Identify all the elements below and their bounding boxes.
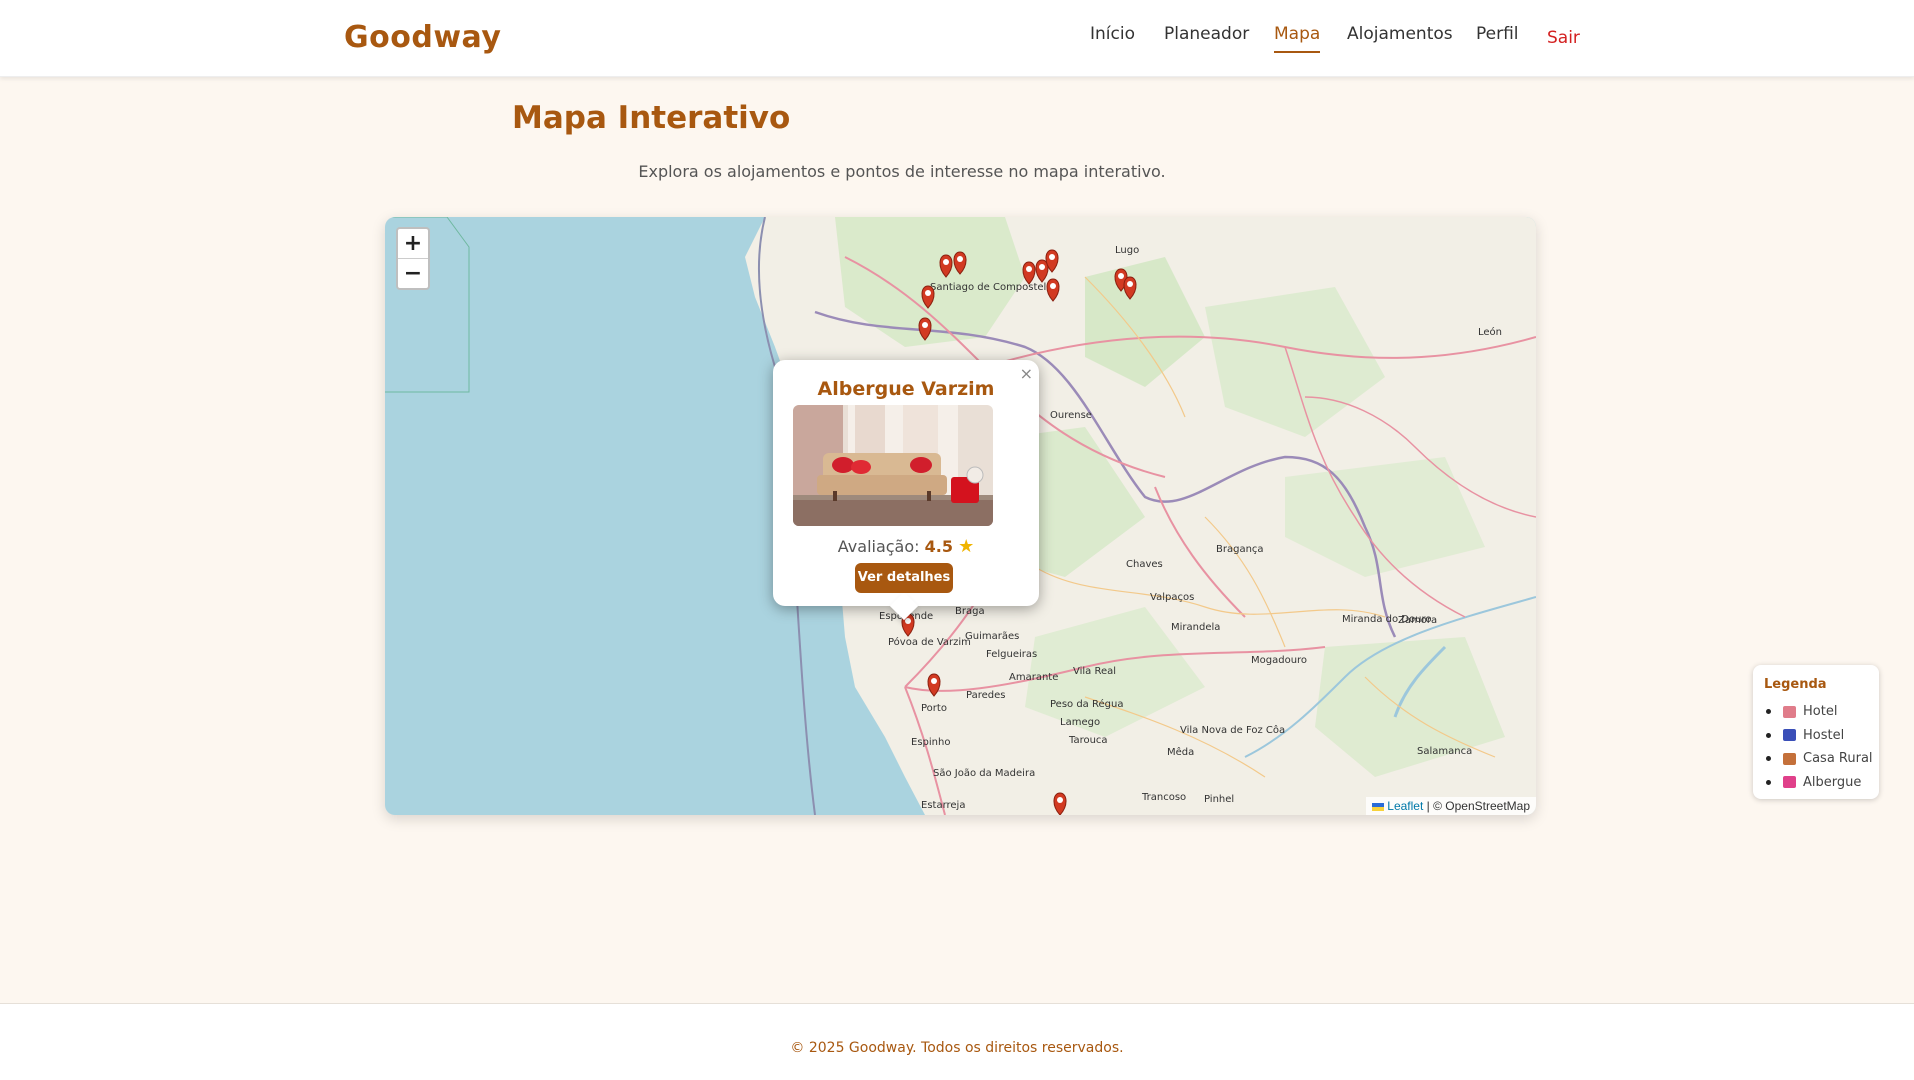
rating-label: Avaliação: xyxy=(837,537,920,556)
nav-item-inicio[interactable]: Início xyxy=(1090,24,1135,51)
ukraine-flag-icon xyxy=(1372,802,1385,811)
leaflet-link[interactable]: Leaflet xyxy=(1387,799,1423,813)
map-label-pinhel: Pinhel xyxy=(1204,794,1234,805)
rating-value: 4.5 xyxy=(924,537,953,556)
zoom-out-button[interactable]: − xyxy=(398,258,428,288)
legend-item-hotel: Hotel xyxy=(1764,700,1873,724)
popup-title: Albergue Varzim xyxy=(817,378,995,400)
map-label-mirandadouro: Miranda do Douro xyxy=(1342,614,1431,625)
map-label-vilanova: Vila Nova de Foz Côa xyxy=(1180,724,1285,736)
map-label-tarouca: Tarouca xyxy=(1068,735,1108,746)
zoom-in-button[interactable]: + xyxy=(398,229,428,258)
map-label-braganca: Bragança xyxy=(1216,544,1264,555)
view-details-button[interactable]: Ver detalhes xyxy=(855,563,953,593)
map-label-saojoao: São João da Madeira xyxy=(933,768,1035,779)
star-icon: ★ xyxy=(958,536,975,557)
accommodation-photo xyxy=(793,405,993,526)
map-label-estarreja: Estarreja xyxy=(921,800,965,811)
map-label-pesoregua: Peso da Régua xyxy=(1050,698,1123,710)
map-label-lugo: Lugo xyxy=(1115,245,1139,256)
nav-item-alojamentos[interactable]: Alojamentos xyxy=(1347,24,1453,51)
brand-logo[interactable]: Goodway xyxy=(344,20,501,55)
map-label-amarante: Amarante xyxy=(1009,672,1058,683)
legend-title: Legenda xyxy=(1764,677,1827,692)
popup-close-button[interactable]: × xyxy=(1020,364,1033,383)
zoom-control: + − xyxy=(396,227,430,290)
map-label-santiago: Santiago de Compostela xyxy=(930,282,1052,293)
legend-item-hostel: Hostel xyxy=(1764,724,1873,748)
legend-item-casa-rural: Casa Rural xyxy=(1764,747,1873,771)
page-subtitle: Explora os alojamentos e pontos de inter… xyxy=(638,162,1166,181)
legend-label-hotel: Hotel xyxy=(1803,704,1838,720)
map-label-mirandela: Mirandela xyxy=(1171,622,1220,633)
legend-label-hostel: Hostel xyxy=(1803,727,1845,743)
house-icon xyxy=(1783,752,1796,765)
map-legend: Legenda Hotel Hostel Casa Rural Albergue xyxy=(1753,665,1879,799)
hotel-icon xyxy=(1783,705,1796,718)
albergue-icon xyxy=(1783,776,1796,789)
map-label-meda: Mêda xyxy=(1167,746,1194,758)
map-label-valpacos: Valpaços xyxy=(1150,592,1194,603)
osm-attribution: | © OpenStreetMap xyxy=(1426,799,1530,813)
map-label-ourense: Ourense xyxy=(1050,410,1092,421)
map-label-felgueiras: Felgueiras xyxy=(986,649,1037,660)
page-title: Mapa Interativo xyxy=(512,100,791,136)
map-label-guimaraes: Guimarães xyxy=(965,631,1019,642)
map-label-lamego: Lamego xyxy=(1060,717,1100,728)
navbar: Goodway Início Planeador Mapa Alojamento… xyxy=(0,0,1914,77)
map-attribution: Leaflet | © OpenStreetMap xyxy=(1366,797,1536,815)
map-label-leon: León xyxy=(1478,326,1502,338)
map-label-povoa: Póvoa de Varzim xyxy=(888,636,971,648)
nav-item-perfil[interactable]: Perfil xyxy=(1476,24,1519,51)
map-label-porto: Porto xyxy=(921,703,947,714)
nav-item-mapa[interactable]: Mapa xyxy=(1274,24,1321,53)
map-label-mogadouro: Mogadouro xyxy=(1251,655,1307,666)
accommodation-popup: × Albergue Varzim Avaliação: 4.5 ★ Ver d… xyxy=(773,360,1039,621)
popup-rating: Avaliação: 4.5 ★ xyxy=(773,536,1039,557)
logout-link[interactable]: Sair xyxy=(1547,28,1580,55)
legend-label-albergue: Albergue xyxy=(1803,774,1862,790)
footer: © 2025 Goodway. Todos os direitos reserv… xyxy=(0,1003,1914,1080)
map-label-vilareal: Vila Real xyxy=(1073,666,1116,677)
map-label-chaves: Chaves xyxy=(1126,559,1163,570)
hostel-icon xyxy=(1783,729,1796,742)
map-label-braga: Braga xyxy=(955,606,985,617)
footer-copyright: © 2025 Goodway. Todos os direitos reserv… xyxy=(790,1040,1124,1056)
map-label-trancoso: Trancoso xyxy=(1141,792,1186,803)
legend-label-casa-rural: Casa Rural xyxy=(1803,751,1873,767)
nav-item-planeador[interactable]: Planeador xyxy=(1164,24,1249,51)
map-label-espinho: Espinho xyxy=(911,737,950,748)
map-label-salamanca: Salamanca xyxy=(1417,746,1472,757)
legend-item-albergue: Albergue xyxy=(1764,771,1873,795)
map-label-paredes: Paredes xyxy=(966,690,1005,701)
